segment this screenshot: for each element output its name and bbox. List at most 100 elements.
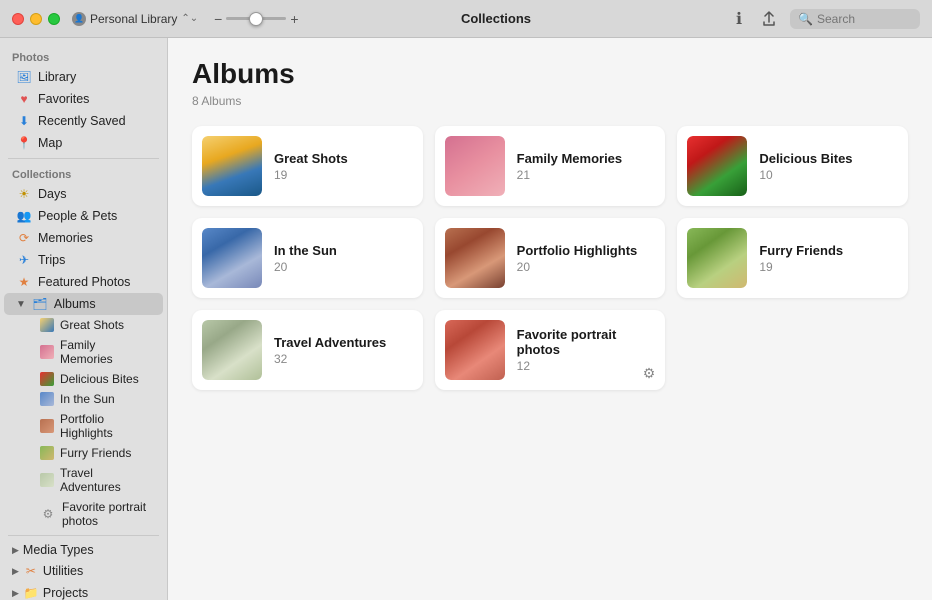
sidebar-item-favorites-label: Favorites — [38, 92, 89, 106]
sidebar-item-trips-label: Trips — [38, 253, 65, 267]
album-count-great-shots: 19 — [274, 168, 413, 182]
sidebar-item-family-memories[interactable]: Family Memories — [4, 335, 163, 369]
zoom-slider[interactable] — [226, 17, 286, 20]
chevron-right-projects-icon: ▶ — [12, 588, 19, 599]
albums-grid: Great Shots 19 Family Memories 21 — [192, 126, 908, 390]
sidebar-divider-2 — [8, 535, 159, 536]
sidebar-item-recently-saved[interactable]: ⬇ Recently Saved — [4, 110, 163, 132]
days-icon: ☀ — [16, 186, 32, 202]
album-count-delicious-bites: 10 — [759, 168, 898, 182]
album-thumb-family-memories — [445, 136, 505, 196]
search-input[interactable] — [817, 12, 917, 26]
title-bar-right: ℹ 🔍 — [637, 9, 920, 29]
album-thumb-furry-friends — [687, 228, 747, 288]
album-thumb-image-portfolio-highlights — [445, 228, 505, 288]
utilities-icon: ✂ — [23, 563, 39, 579]
sidebar-item-media-types[interactable]: ▶ Media Types — [4, 540, 163, 560]
app-body: Photos 🖼 Library ♥ Favorites ⬇ Recently … — [0, 38, 932, 600]
album-info-great-shots: Great Shots 19 — [274, 151, 413, 182]
sidebar-item-favorites[interactable]: ♥ Favorites — [4, 88, 163, 110]
sidebar-item-albums-label: Albums — [54, 297, 96, 311]
album-thumb-image-furry-friends — [687, 228, 747, 288]
sidebar-item-delicious-bites[interactable]: Delicious Bites — [4, 369, 163, 389]
sidebar-item-map-label: Map — [38, 136, 62, 150]
travel-adventures-thumb-icon — [40, 473, 54, 487]
sidebar-item-library[interactable]: 🖼 Library — [4, 66, 163, 88]
main-content: Albums 8 Albums Great Shots 19 Family — [168, 38, 932, 600]
sidebar-item-albums[interactable]: ▼ 🗂 Albums — [4, 293, 163, 315]
title-bar: 👤 Personal Library ⌃⌄ − + Collections ℹ … — [0, 0, 932, 38]
map-icon: 📍 — [16, 135, 32, 151]
sidebar-item-memories[interactable]: ⟳ Memories — [4, 227, 163, 249]
album-thumb-delicious-bites — [687, 136, 747, 196]
gear-icon[interactable]: ⚙ — [643, 365, 656, 382]
sidebar-item-travel-adventures[interactable]: Travel Adventures — [4, 463, 163, 497]
sidebar-item-projects[interactable]: ▶ 📁 Projects — [4, 582, 163, 600]
sidebar-item-portfolio-highlights-label: Portfolio Highlights — [60, 412, 151, 440]
library-selector[interactable]: 👤 Personal Library ⌃⌄ — [72, 12, 198, 26]
close-button[interactable] — [12, 13, 24, 25]
sidebar-item-in-the-sun[interactable]: In the Sun — [4, 389, 163, 409]
search-box[interactable]: 🔍 — [790, 9, 920, 29]
sidebar-item-in-the-sun-label: In the Sun — [60, 392, 115, 406]
sidebar-item-portfolio-highlights[interactable]: Portfolio Highlights — [4, 409, 163, 443]
search-icon: 🔍 — [798, 12, 813, 26]
album-card-great-shots[interactable]: Great Shots 19 — [192, 126, 423, 206]
album-card-favorite-portrait[interactable]: Favorite portrait photos 12 ⚙ — [435, 310, 666, 390]
album-card-in-the-sun[interactable]: In the Sun 20 — [192, 218, 423, 298]
album-count-family-memories: 21 — [517, 168, 656, 182]
album-thumb-image-favorite-portrait — [445, 320, 505, 380]
album-info-delicious-bites: Delicious Bites 10 — [759, 151, 898, 182]
sidebar-item-utilities-label: Utilities — [43, 564, 83, 578]
sidebar-item-media-types-label: Media Types — [23, 543, 94, 557]
sidebar-item-utilities[interactable]: ▶ ✂ Utilities — [4, 560, 163, 582]
zoom-in-button[interactable]: + — [290, 11, 298, 27]
info-button[interactable]: ℹ — [730, 10, 748, 28]
sidebar-item-great-shots[interactable]: Great Shots — [4, 315, 163, 335]
memories-icon: ⟳ — [16, 230, 32, 246]
share-button[interactable] — [760, 10, 778, 28]
album-card-furry-friends[interactable]: Furry Friends 19 — [677, 218, 908, 298]
title-bar-left: 👤 Personal Library ⌃⌄ − + — [72, 11, 355, 27]
great-shots-thumb-icon — [40, 318, 54, 332]
sidebar-item-trips[interactable]: ✈ Trips — [4, 249, 163, 271]
sidebar-item-days[interactable]: ☀ Days — [4, 183, 163, 205]
album-thumb-image-travel-adventures — [202, 320, 262, 380]
delicious-bites-thumb-icon — [40, 372, 54, 386]
maximize-button[interactable] — [48, 13, 60, 25]
album-name-great-shots: Great Shots — [274, 151, 413, 166]
albums-icon: 🗂 — [32, 296, 48, 312]
sidebar-item-favorite-portrait[interactable]: ⚙ Favorite portrait photos — [4, 497, 163, 531]
library-icon: 🖼 — [16, 69, 32, 85]
sidebar-divider-1 — [8, 158, 159, 159]
album-name-portfolio-highlights: Portfolio Highlights — [517, 243, 656, 258]
album-thumb-portfolio-highlights — [445, 228, 505, 288]
sidebar-item-furry-friends[interactable]: Furry Friends — [4, 443, 163, 463]
library-name: Personal Library — [90, 12, 177, 26]
sidebar-item-featured-photos[interactable]: ★ Featured Photos — [4, 271, 163, 293]
album-card-portfolio-highlights[interactable]: Portfolio Highlights 20 — [435, 218, 666, 298]
chevron-right-media-icon: ▶ — [12, 545, 19, 556]
sidebar-item-delicious-bites-label: Delicious Bites — [60, 372, 139, 386]
album-thumb-image-in-the-sun — [202, 228, 262, 288]
favorite-portrait-icon: ⚙ — [40, 506, 56, 522]
album-card-family-memories[interactable]: Family Memories 21 — [435, 126, 666, 206]
chevron-down-icon: ▼ — [16, 299, 26, 310]
family-memories-thumb-icon — [40, 345, 54, 359]
album-name-furry-friends: Furry Friends — [759, 243, 898, 258]
sidebar-item-map[interactable]: 📍 Map — [4, 132, 163, 154]
projects-icon: 📁 — [23, 585, 39, 600]
album-info-family-memories: Family Memories 21 — [517, 151, 656, 182]
zoom-out-button[interactable]: − — [214, 11, 222, 27]
sidebar-item-people-pets[interactable]: 👥 People & Pets — [4, 205, 163, 227]
minimize-button[interactable] — [30, 13, 42, 25]
in-the-sun-thumb-icon — [40, 392, 54, 406]
album-card-delicious-bites[interactable]: Delicious Bites 10 — [677, 126, 908, 206]
album-count-in-the-sun: 20 — [274, 260, 413, 274]
people-pets-icon: 👥 — [16, 208, 32, 224]
recently-saved-icon: ⬇ — [16, 113, 32, 129]
album-thumb-image-great-shots — [202, 136, 262, 196]
sidebar: Photos 🖼 Library ♥ Favorites ⬇ Recently … — [0, 38, 168, 600]
album-card-travel-adventures[interactable]: Travel Adventures 32 — [192, 310, 423, 390]
album-name-favorite-portrait: Favorite portrait photos — [517, 327, 656, 357]
